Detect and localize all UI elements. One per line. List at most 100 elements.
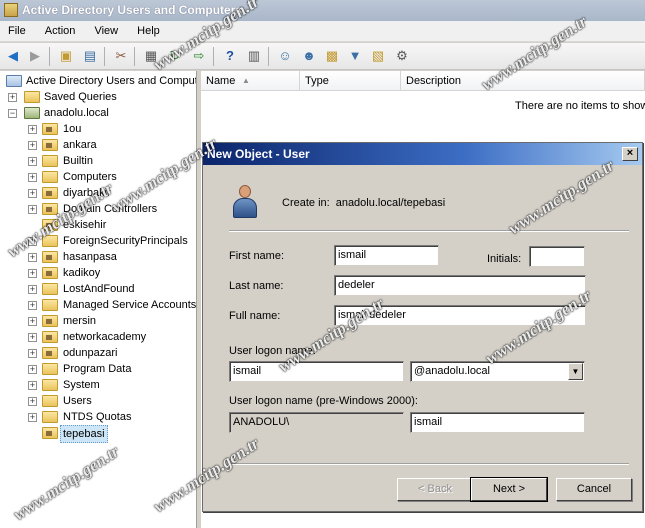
expand-icon[interactable]: + — [28, 125, 37, 134]
new-user-icon[interactable]: ☺ — [276, 47, 294, 65]
ou-folder-icon — [42, 347, 58, 359]
folder-icon — [42, 395, 58, 407]
dialog-title: New Object - User — [207, 147, 310, 161]
folder-icon — [42, 155, 58, 167]
folder-icon — [42, 283, 58, 295]
dialog-body: Create in: anadolu.local/tepebasi First n… — [203, 165, 642, 511]
user-icon — [232, 185, 258, 219]
expand-icon[interactable]: + — [28, 269, 37, 278]
new-ou-icon[interactable]: ▩ — [323, 47, 341, 65]
back-arrow-icon[interactable]: ◀ — [4, 47, 22, 65]
first-name-label: First name: — [229, 250, 285, 262]
initials-label: Initials: — [487, 253, 522, 265]
menu-view[interactable]: View — [86, 21, 126, 42]
expand-icon[interactable]: + — [28, 173, 37, 182]
toolbar: ◀ ▶ ▣ ▤ ✂ ▦ ↻ ⇨ ? ▥ ☺ ☻ ▩ ▼ ▧ ⚙ — [0, 43, 645, 70]
folder-icon — [24, 91, 40, 103]
first-name-field[interactable]: ismail — [334, 245, 439, 266]
folder-icon — [42, 299, 58, 311]
divider — [229, 230, 629, 232]
full-name-label: Full name: — [229, 310, 281, 322]
next-button[interactable]: Next > — [470, 477, 548, 502]
ou-folder-icon — [42, 187, 58, 199]
ou-folder-icon — [42, 219, 58, 231]
chevron-down-icon[interactable]: ▼ — [568, 363, 583, 380]
expand-icon[interactable]: + — [28, 285, 37, 294]
dialog-titlebar: New Object - User × — [203, 143, 642, 165]
window-titlebar: Active Directory Users and Computers — [0, 0, 645, 21]
window-title: Active Directory Users and Computers — [22, 3, 243, 17]
ou-folder-icon — [42, 139, 58, 151]
aduc-root-icon — [6, 75, 22, 87]
expand-icon[interactable]: + — [28, 333, 37, 342]
cut-icon[interactable]: ✂ — [112, 47, 130, 65]
upn-suffix-dropdown[interactable]: @anadolu.local ▼ — [410, 361, 585, 382]
properties-icon[interactable]: ▦ — [142, 47, 160, 65]
menu-help[interactable]: Help — [129, 21, 168, 42]
expand-icon[interactable]: + — [28, 253, 37, 262]
expand-icon[interactable]: + — [28, 397, 37, 406]
folder-icon — [42, 363, 58, 375]
close-icon[interactable]: × — [622, 147, 638, 161]
back-button[interactable]: < Back — [397, 478, 473, 501]
upn-suffix-value: @anadolu.local — [414, 365, 490, 377]
pre2000-name-field[interactable]: ismail — [410, 412, 585, 433]
cancel-button[interactable]: Cancel — [556, 478, 632, 501]
forward-arrow-icon[interactable]: ▶ — [26, 47, 44, 65]
expand-icon[interactable]: + — [28, 157, 37, 166]
divider — [229, 463, 629, 465]
menu-action[interactable]: Action — [37, 21, 84, 42]
expand-icon[interactable]: + — [28, 237, 37, 246]
action-pane-icon[interactable]: ▥ — [245, 47, 263, 65]
ou-folder-icon — [42, 203, 58, 215]
ou-folder-icon — [42, 315, 58, 327]
up-folder-icon[interactable]: ▣ — [57, 47, 75, 65]
expand-icon[interactable]: + — [28, 349, 37, 358]
sort-ascending-icon: ▲ — [242, 76, 250, 85]
new-group-icon[interactable]: ☻ — [300, 47, 318, 65]
help-icon[interactable]: ? — [221, 47, 239, 65]
expand-icon[interactable]: + — [28, 141, 37, 150]
last-name-field[interactable]: dedeler — [334, 275, 586, 296]
folder-icon — [42, 171, 58, 183]
logon-name-field[interactable]: ismail — [229, 361, 404, 382]
folder-icon — [42, 379, 58, 391]
ou-folder-icon — [42, 123, 58, 135]
column-header-name[interactable]: Name ▲ — [201, 71, 300, 91]
expand-icon[interactable]: + — [28, 317, 37, 326]
menu-file[interactable]: File — [0, 21, 34, 42]
initials-field[interactable] — [529, 246, 585, 267]
filter-icon[interactable]: ▼ — [346, 47, 364, 65]
add-to-group-icon[interactable]: ⚙ — [393, 47, 411, 65]
console-tree[interactable]: Active Directory Users and Comput + Save… — [0, 71, 197, 528]
refresh-icon[interactable]: ↻ — [166, 47, 184, 65]
column-header-description[interactable]: Description — [401, 71, 645, 91]
expand-icon[interactable]: + — [28, 301, 37, 310]
expand-icon[interactable]: + — [28, 365, 37, 374]
full-name-field[interactable]: ismail dedeler — [334, 305, 586, 326]
expand-icon[interactable]: + — [28, 381, 37, 390]
show-tree-icon[interactable]: ▤ — [81, 47, 99, 65]
pre2000-domain-field: ANADOLU\ — [229, 412, 404, 433]
last-name-label: Last name: — [229, 280, 284, 292]
find-icon[interactable]: ▧ — [369, 47, 387, 65]
expand-icon[interactable]: + — [28, 413, 37, 422]
expand-icon[interactable]: + — [28, 205, 37, 214]
folder-icon — [42, 235, 58, 247]
export-list-icon[interactable]: ⇨ — [190, 47, 208, 65]
ou-folder-icon — [42, 427, 58, 439]
ou-folder-icon — [42, 251, 58, 263]
expand-icon[interactable]: + — [8, 93, 17, 102]
ou-folder-icon — [42, 331, 58, 343]
create-in-text: Create in: anadolu.local/tepebasi — [282, 197, 446, 209]
logon-name-label: User logon name: — [229, 345, 316, 357]
menu-bar: File Action View Help — [0, 21, 645, 42]
ad-app-icon — [4, 3, 18, 17]
domain-icon — [24, 107, 40, 119]
collapse-icon[interactable]: − — [8, 109, 17, 118]
new-user-dialog: New Object - User × Create in: anadolu.lo… — [202, 142, 643, 512]
column-header-type[interactable]: Type — [300, 71, 401, 91]
folder-icon — [42, 411, 58, 423]
empty-list-message: There are no items to show — [515, 100, 645, 112]
expand-icon[interactable]: + — [28, 189, 37, 198]
